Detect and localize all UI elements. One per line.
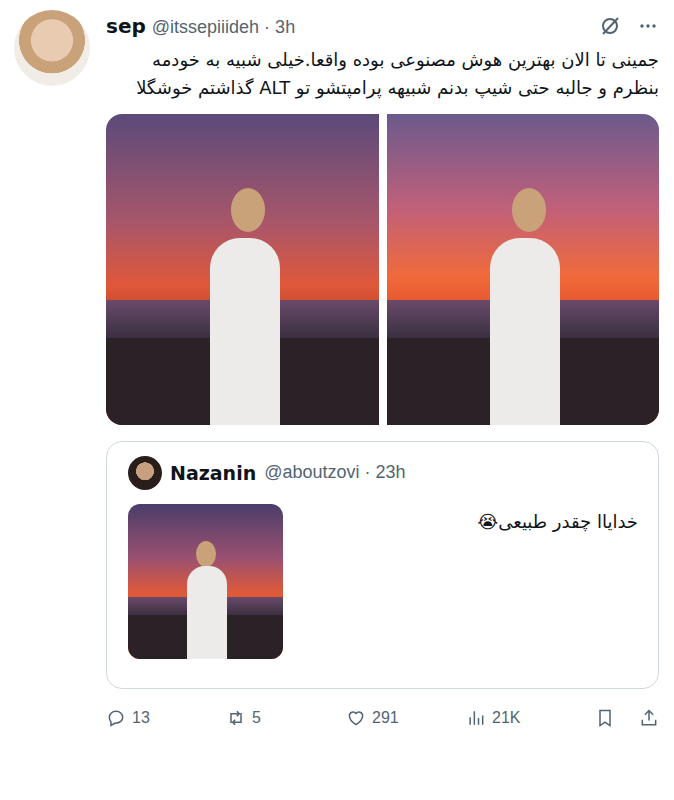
tweet-text: جمینی تا الان بهترین هوش مصنوعی بوده واق… xyxy=(106,46,659,102)
author-avatar[interactable] xyxy=(14,10,90,86)
quote-author-name[interactable]: Nazanin xyxy=(170,462,256,484)
share-button[interactable] xyxy=(639,708,659,728)
views-chart-icon xyxy=(466,708,486,728)
action-count: 291 xyxy=(372,709,399,727)
share-icon xyxy=(639,708,659,728)
action-count: 5 xyxy=(252,709,261,727)
bookmark-icon xyxy=(595,708,615,728)
more-icon[interactable] xyxy=(637,15,659,37)
action-count: 21K xyxy=(492,709,520,727)
action-bar: 13 5 291 21K xyxy=(106,703,659,733)
repost-button[interactable]: 5 xyxy=(226,708,346,728)
repost-icon xyxy=(226,708,246,728)
views-button[interactable]: 21K xyxy=(466,708,586,728)
tweet-header: sep @itssepiiideh · 3h xyxy=(106,10,659,42)
author-name[interactable]: sep xyxy=(106,14,146,38)
tweet: sep @itssepiiideh · 3h جمینی تا الان بهتری… xyxy=(0,0,674,800)
quote-avatar[interactable] xyxy=(128,456,162,490)
photo-grid xyxy=(106,114,659,425)
quote-author-meta: @aboutzovi · 23h xyxy=(264,462,405,483)
reply-icon xyxy=(106,708,126,728)
photo[interactable] xyxy=(106,114,379,425)
heart-icon xyxy=(346,708,366,728)
quote-text: خدایاا چقدر طبیعی😭 xyxy=(299,504,638,659)
grok-icon[interactable] xyxy=(599,15,621,37)
bookmark-button[interactable] xyxy=(595,708,615,728)
quote-photo[interactable] xyxy=(128,504,283,659)
author-meta: @itssepiiideh · 3h xyxy=(152,17,295,38)
action-count: 13 xyxy=(132,709,150,727)
reply-button[interactable]: 13 xyxy=(106,708,226,728)
like-button[interactable]: 291 xyxy=(346,708,466,728)
photo[interactable] xyxy=(387,114,660,425)
quoted-tweet[interactable]: Nazanin @aboutzovi · 23h خدایاا چقدر طبیعی… xyxy=(106,441,659,689)
